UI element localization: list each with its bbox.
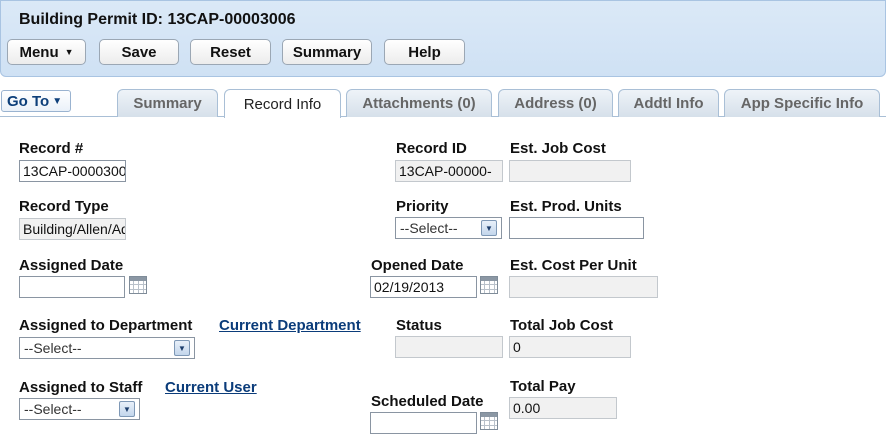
assigned-department-select[interactable]: --Select-- ▼ bbox=[19, 337, 195, 359]
est-prod-units-field[interactable] bbox=[509, 217, 644, 239]
chevron-down-icon: ▼ bbox=[119, 401, 135, 417]
current-user-link[interactable]: Current User bbox=[165, 379, 257, 396]
est-job-cost-label: Est. Job Cost bbox=[510, 140, 606, 157]
tab-attachments[interactable]: Attachments (0) bbox=[346, 89, 492, 117]
chevron-down-icon: ▼ bbox=[481, 220, 497, 236]
opened-date-field[interactable]: 02/19/2013 bbox=[370, 276, 477, 298]
tab-addtl-info[interactable]: Addtl Info bbox=[618, 89, 719, 117]
assigned-staff-select[interactable]: --Select-- ▼ bbox=[19, 398, 140, 420]
reset-button[interactable]: Reset bbox=[190, 39, 271, 65]
assigned-department-label: Assigned to Department bbox=[19, 317, 193, 334]
priority-select[interactable]: --Select-- ▼ bbox=[395, 217, 502, 239]
current-department-link[interactable]: Current Department bbox=[219, 317, 361, 334]
calendar-icon[interactable] bbox=[480, 412, 498, 430]
page-title: Building Permit ID: 13CAP-00003006 bbox=[19, 11, 296, 28]
menu-button-label: Menu bbox=[19, 43, 59, 61]
calendar-icon[interactable] bbox=[480, 276, 498, 294]
help-button[interactable]: Help bbox=[384, 39, 465, 65]
record-type-field[interactable]: Building/Allen/Addition bbox=[19, 218, 126, 240]
goto-menu[interactable]: Go To ▼ bbox=[1, 90, 71, 112]
save-button[interactable]: Save bbox=[99, 39, 179, 65]
assigned-staff-select-value: --Select-- bbox=[24, 401, 82, 417]
calendar-icon[interactable] bbox=[129, 276, 147, 294]
record-id-field[interactable]: 13CAP-00000- bbox=[395, 160, 503, 182]
record-type-label: Record Type bbox=[19, 198, 109, 215]
tab-summary[interactable]: Summary bbox=[117, 89, 218, 117]
total-job-cost-field[interactable]: 0 bbox=[509, 336, 631, 358]
est-cost-per-unit-label: Est. Cost Per Unit bbox=[510, 257, 637, 274]
status-label: Status bbox=[396, 317, 442, 334]
menu-dropdown-icon: ▼ bbox=[64, 47, 74, 57]
assigned-date-label: Assigned Date bbox=[19, 257, 124, 274]
menu-button[interactable]: Menu ▼ bbox=[7, 39, 86, 65]
status-field[interactable] bbox=[395, 336, 503, 358]
priority-select-value: --Select-- bbox=[400, 220, 458, 236]
chevron-down-icon: ▼ bbox=[174, 340, 190, 356]
priority-label: Priority bbox=[396, 198, 449, 215]
assigned-department-select-value: --Select-- bbox=[24, 340, 82, 356]
chevron-down-icon: ▼ bbox=[52, 95, 63, 107]
opened-date-label: Opened Date bbox=[371, 257, 464, 274]
tab-app-specific-info[interactable]: App Specific Info bbox=[724, 89, 880, 117]
summary-button[interactable]: Summary bbox=[282, 39, 372, 65]
tab-record-info[interactable]: Record Info bbox=[224, 89, 341, 118]
scheduled-date-field[interactable] bbox=[370, 412, 477, 434]
total-pay-field[interactable]: 0.00 bbox=[509, 397, 617, 419]
scheduled-date-label: Scheduled Date bbox=[371, 393, 484, 410]
goto-label: Go To bbox=[7, 92, 50, 110]
assigned-staff-label: Assigned to Staff bbox=[19, 379, 143, 396]
record-header: Building Permit ID: 13CAP-00003006 Menu … bbox=[0, 0, 886, 77]
est-prod-units-label: Est. Prod. Units bbox=[510, 198, 622, 215]
total-pay-label: Total Pay bbox=[510, 378, 576, 395]
record-number-field[interactable]: 13CAP-00003006 bbox=[19, 160, 126, 182]
total-job-cost-label: Total Job Cost bbox=[510, 317, 614, 334]
assigned-date-field[interactable] bbox=[19, 276, 125, 298]
record-id-label: Record ID bbox=[396, 140, 467, 157]
record-number-label: Record # bbox=[19, 140, 84, 157]
est-job-cost-field[interactable] bbox=[509, 160, 631, 182]
est-cost-per-unit-field[interactable] bbox=[509, 276, 658, 298]
tab-address[interactable]: Address (0) bbox=[498, 89, 613, 117]
